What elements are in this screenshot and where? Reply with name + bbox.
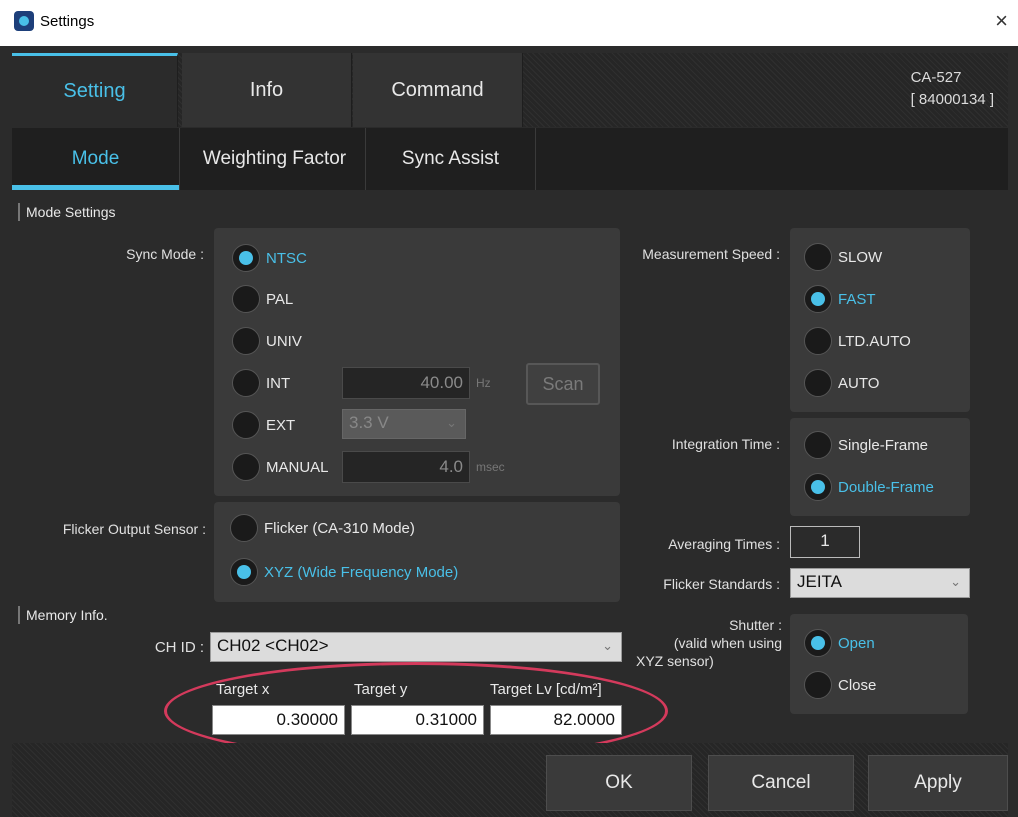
target-x-label: Target x bbox=[216, 681, 270, 698]
averaging-times-label: Averaging Times : bbox=[668, 536, 780, 552]
radio-sync-pal[interactable]: PAL bbox=[232, 285, 293, 313]
radio-dot bbox=[804, 369, 832, 397]
target-y-label: Target y bbox=[354, 681, 408, 698]
radio-dot bbox=[232, 369, 260, 397]
ok-button[interactable]: OK bbox=[546, 755, 692, 811]
radio-dot bbox=[804, 629, 832, 657]
shutter-group: Open Close bbox=[790, 614, 968, 714]
target-lv-input[interactable]: 82.0000 bbox=[490, 705, 622, 735]
radio-shutter-close[interactable]: Close bbox=[804, 671, 876, 699]
sync-mode-group: NTSC PAL UNIV INT EXT MANUAL 40.00 Hz Sc… bbox=[214, 228, 620, 496]
radio-speed-ltd-auto[interactable]: LTD.AUTO bbox=[804, 327, 911, 355]
radio-dot bbox=[230, 558, 258, 586]
radio-integration-double[interactable]: Double-Frame bbox=[804, 473, 934, 501]
close-icon[interactable]: × bbox=[995, 8, 1008, 34]
radio-flicker-xyz[interactable]: XYZ (Wide Frequency Mode) bbox=[230, 558, 458, 586]
chevron-down-icon: ⌄ bbox=[950, 574, 961, 589]
radio-dot bbox=[804, 431, 832, 459]
mode-settings-header: Mode Settings bbox=[18, 203, 116, 221]
radio-speed-slow[interactable]: SLOW bbox=[804, 243, 882, 271]
radio-flicker-ca310[interactable]: Flicker (CA-310 Mode) bbox=[230, 514, 415, 542]
memory-info-header: Memory Info. bbox=[18, 606, 108, 624]
tab-info[interactable]: Info bbox=[182, 53, 352, 127]
tab-setting[interactable]: Setting bbox=[12, 53, 178, 127]
tab-command[interactable]: Command bbox=[353, 53, 523, 127]
chevron-down-icon: ⌄ bbox=[446, 415, 457, 430]
radio-dot bbox=[804, 473, 832, 501]
radio-integration-single[interactable]: Single-Frame bbox=[804, 431, 928, 459]
sync-mode-label: Sync Mode : bbox=[126, 246, 204, 262]
shutter-label: Shutter : (valid when using XYZ sensor) bbox=[636, 617, 782, 669]
radio-dot bbox=[230, 514, 258, 542]
flicker-standards-label: Flicker Standards : bbox=[663, 576, 780, 592]
integration-time-group: Single-Frame Double-Frame bbox=[790, 418, 970, 516]
chevron-down-icon: ⌄ bbox=[602, 638, 613, 653]
subtab-mode[interactable]: Mode bbox=[12, 128, 180, 190]
cancel-button[interactable]: Cancel bbox=[708, 755, 854, 811]
manual-unit-label: msec bbox=[476, 460, 505, 474]
flicker-output-sensor-group: Flicker (CA-310 Mode) XYZ (Wide Frequenc… bbox=[214, 502, 620, 602]
int-frequency-input[interactable]: 40.00 bbox=[342, 367, 470, 399]
radio-speed-fast[interactable]: FAST bbox=[804, 285, 876, 313]
sub-tab-bar: Mode Weighting Factor Sync Assist bbox=[12, 128, 1008, 190]
radio-dot bbox=[804, 285, 832, 313]
radio-shutter-open[interactable]: Open bbox=[804, 629, 875, 657]
subtab-sync-assist[interactable]: Sync Assist bbox=[366, 128, 536, 190]
radio-dot bbox=[232, 244, 260, 272]
radio-sync-ext[interactable]: EXT bbox=[232, 411, 295, 439]
window-title: Settings bbox=[40, 13, 95, 30]
radio-dot bbox=[232, 411, 260, 439]
ext-voltage-select[interactable]: 3.3 V ⌄ bbox=[342, 409, 466, 439]
integration-time-label: Integration Time : bbox=[671, 436, 780, 452]
manual-period-input[interactable]: 4.0 bbox=[342, 451, 470, 483]
radio-dot bbox=[232, 327, 260, 355]
radio-sync-manual[interactable]: MANUAL bbox=[232, 453, 329, 481]
scan-button[interactable]: Scan bbox=[526, 363, 600, 405]
averaging-times-input[interactable]: 1 bbox=[790, 526, 860, 558]
main-tab-bar: Setting Info Command CA-527 [ 84000134 ] bbox=[12, 53, 1008, 127]
measurement-speed-group: SLOW FAST LTD.AUTO AUTO bbox=[790, 228, 970, 412]
flicker-output-sensor-label: Flicker Output Sensor : bbox=[62, 521, 206, 537]
target-y-input[interactable]: 0.31000 bbox=[351, 705, 484, 735]
radio-dot bbox=[804, 243, 832, 271]
ch-id-select[interactable]: CH02 <CH02> ⌄ bbox=[210, 632, 622, 662]
device-serial: [ 84000134 ] bbox=[910, 91, 994, 108]
radio-sync-ntsc[interactable]: NTSC bbox=[232, 244, 307, 272]
flicker-standards-select[interactable]: JEITA ⌄ bbox=[790, 568, 970, 598]
radio-speed-auto[interactable]: AUTO bbox=[804, 369, 879, 397]
apply-button[interactable]: Apply bbox=[868, 755, 1008, 811]
subtab-weighting-factor[interactable]: Weighting Factor bbox=[184, 128, 366, 190]
device-model: CA-527 bbox=[910, 69, 962, 86]
radio-dot bbox=[804, 327, 832, 355]
radio-dot bbox=[804, 671, 832, 699]
ch-id-label: CH ID : bbox=[154, 639, 204, 656]
device-info: CA-527 [ 84000134 ] bbox=[911, 67, 994, 111]
window-titlebar: Settings × bbox=[0, 0, 1018, 46]
radio-sync-int[interactable]: INT bbox=[232, 369, 290, 397]
target-lv-label: Target Lv [cd/m²] bbox=[490, 681, 602, 698]
radio-dot bbox=[232, 453, 260, 481]
dialog-button-bar: OK Cancel Apply bbox=[12, 743, 1008, 817]
radio-sync-univ[interactable]: UNIV bbox=[232, 327, 302, 355]
radio-dot bbox=[232, 285, 260, 313]
measurement-speed-label: Measurement Speed : bbox=[642, 246, 780, 262]
target-x-input[interactable]: 0.30000 bbox=[212, 705, 345, 735]
app-icon bbox=[14, 11, 34, 31]
int-unit-label: Hz bbox=[476, 376, 491, 390]
